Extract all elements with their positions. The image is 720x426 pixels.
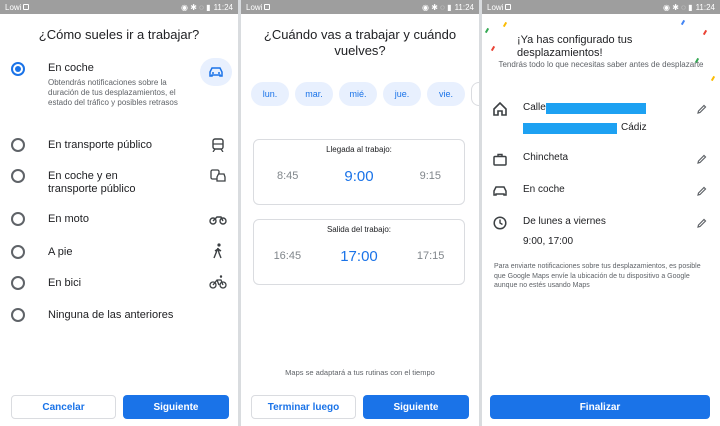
arrival-time-selected[interactable]: 9:00	[344, 168, 373, 185]
departure-title: Salida del trabajo:	[326, 225, 392, 234]
cancel-button[interactable]: Cancelar	[11, 395, 116, 419]
location-notice: Para enviarte notificaciones sobre tus d…	[494, 263, 701, 289]
option-description: Obtendrás notificaciones sobre la duraci…	[48, 78, 178, 107]
status-icons: ◉ ✱ ◌ ▮	[663, 2, 693, 12]
redacted-block	[523, 123, 617, 134]
finish-button[interactable]: Finalizar	[490, 395, 710, 419]
departure-time-selected[interactable]: 17:00	[340, 248, 378, 265]
day-chip-friday[interactable]: vie.	[427, 82, 465, 106]
bike-icon	[209, 274, 227, 290]
departure-time-prev[interactable]: 16:45	[274, 250, 302, 262]
day-chip-tuesday[interactable]: mar.	[295, 82, 333, 106]
redacted-block	[546, 103, 646, 114]
page-title: ¿Cómo sueles ir a trabajar?	[38, 27, 200, 42]
status-bar: Lowi ◉ ✱ ◌ ▮ 11:24	[0, 0, 238, 14]
day-chip-monday[interactable]: lun.	[251, 82, 289, 106]
schedule-screen: Lowi ◉ ✱ ◌ ▮ 11:24 ¿Cuándo vas a trabajar…	[241, 0, 479, 426]
car-icon	[200, 58, 232, 86]
walk-icon	[209, 243, 227, 259]
confetti-icon	[484, 27, 490, 34]
train-icon	[209, 137, 227, 153]
confetti-icon	[680, 19, 686, 26]
work-label: Chincheta	[523, 152, 569, 163]
status-bar: Lowi ◉ ✱ ◌ ▮ 11:24	[482, 0, 720, 14]
option-label: Ninguna de las anteriores	[48, 309, 174, 321]
briefcase-icon	[492, 151, 508, 167]
confetti-icon	[710, 75, 716, 82]
option-label: En moto	[48, 213, 89, 225]
clock: 11:24	[695, 2, 715, 12]
home-address-line1: Calle	[523, 102, 546, 113]
adapt-note: Maps se adaptará a tus rutinas con el ti…	[285, 368, 435, 377]
clock-icon	[492, 215, 508, 231]
summary-screen: Lowi ◉ ✱ ◌ ▮ 11:24 ¡Ya has configurado tu…	[482, 0, 720, 426]
page-title: ¡Ya has configurado tus desplazamientos!	[517, 34, 633, 59]
photo-icon	[264, 4, 271, 10]
home-icon	[492, 101, 508, 117]
schedule-hours: 9:00, 17:00	[523, 236, 574, 247]
edit-icon[interactable]	[696, 103, 708, 115]
edit-icon[interactable]	[696, 217, 708, 229]
clock: 11:24	[213, 2, 233, 12]
finish-later-button[interactable]: Terminar luego	[251, 395, 356, 419]
arrival-time-picker: Llegada al trabajo: 8:45 9:00 9:15	[253, 139, 465, 205]
option-label: A pie	[48, 246, 73, 258]
arrival-time-prev[interactable]: 8:45	[277, 170, 298, 182]
departure-time-next[interactable]: 17:15	[417, 250, 445, 262]
page-subtitle: Tendrás todo lo que necesitas saber ante…	[498, 60, 704, 69]
carrier-label: Lowi	[246, 2, 263, 12]
option-label: En coche y en transporte público	[48, 170, 136, 195]
photo-icon	[505, 4, 512, 10]
motorcycle-icon	[209, 211, 227, 227]
day-chip-saturday[interactable]	[471, 82, 479, 106]
day-chip-thursday[interactable]: jue.	[383, 82, 421, 106]
radio-bike[interactable]	[11, 276, 25, 290]
option-label: En transporte público	[48, 139, 152, 151]
option-label: En bici	[48, 277, 82, 289]
page-title: ¿Cuándo vas a trabajar y cuándo vuelves?	[263, 27, 457, 58]
carrier-label: Lowi	[5, 2, 22, 12]
radio-walk[interactable]	[11, 245, 25, 259]
car-icon	[492, 183, 508, 199]
car-transit-icon	[209, 168, 227, 184]
schedule-days: De lunes a viernes	[523, 216, 606, 227]
day-chips: lun. mar. mié. jue. vie.	[251, 82, 479, 106]
next-button[interactable]: Siguiente	[363, 395, 469, 419]
confetti-icon	[502, 21, 508, 28]
next-button[interactable]: Siguiente	[123, 395, 229, 419]
day-chip-wednesday[interactable]: mié.	[339, 82, 377, 106]
radio-none[interactable]	[11, 308, 25, 322]
departure-time-picker: Salida del trabajo: 16:45 17:00 17:15	[253, 219, 465, 285]
commute-mode-label: En coche	[523, 184, 565, 195]
arrival-time-next[interactable]: 9:15	[420, 170, 441, 182]
status-icons: ◉ ✱ ◌ ▮	[181, 2, 211, 12]
option-label: En coche	[48, 62, 94, 74]
commute-mode-screen: Lowi ◉ ✱ ◌ ▮ 11:24 ¿Cómo sueles ir a trab…	[0, 0, 238, 426]
carrier-label: Lowi	[487, 2, 504, 12]
edit-icon[interactable]	[696, 185, 708, 197]
radio-motorcycle[interactable]	[11, 212, 25, 226]
photo-icon	[23, 4, 30, 10]
edit-icon[interactable]	[696, 153, 708, 165]
status-bar: Lowi ◉ ✱ ◌ ▮ 11:24	[241, 0, 479, 14]
home-address-line2: Cádiz	[621, 122, 647, 133]
confetti-icon	[490, 45, 496, 52]
clock: 11:24	[454, 2, 474, 12]
arrival-title: Llegada al trabajo:	[326, 145, 392, 154]
radio-transit[interactable]	[11, 138, 25, 152]
radio-car[interactable]	[11, 62, 25, 76]
status-icons: ◉ ✱ ◌ ▮	[422, 2, 452, 12]
radio-car-transit[interactable]	[11, 169, 25, 183]
